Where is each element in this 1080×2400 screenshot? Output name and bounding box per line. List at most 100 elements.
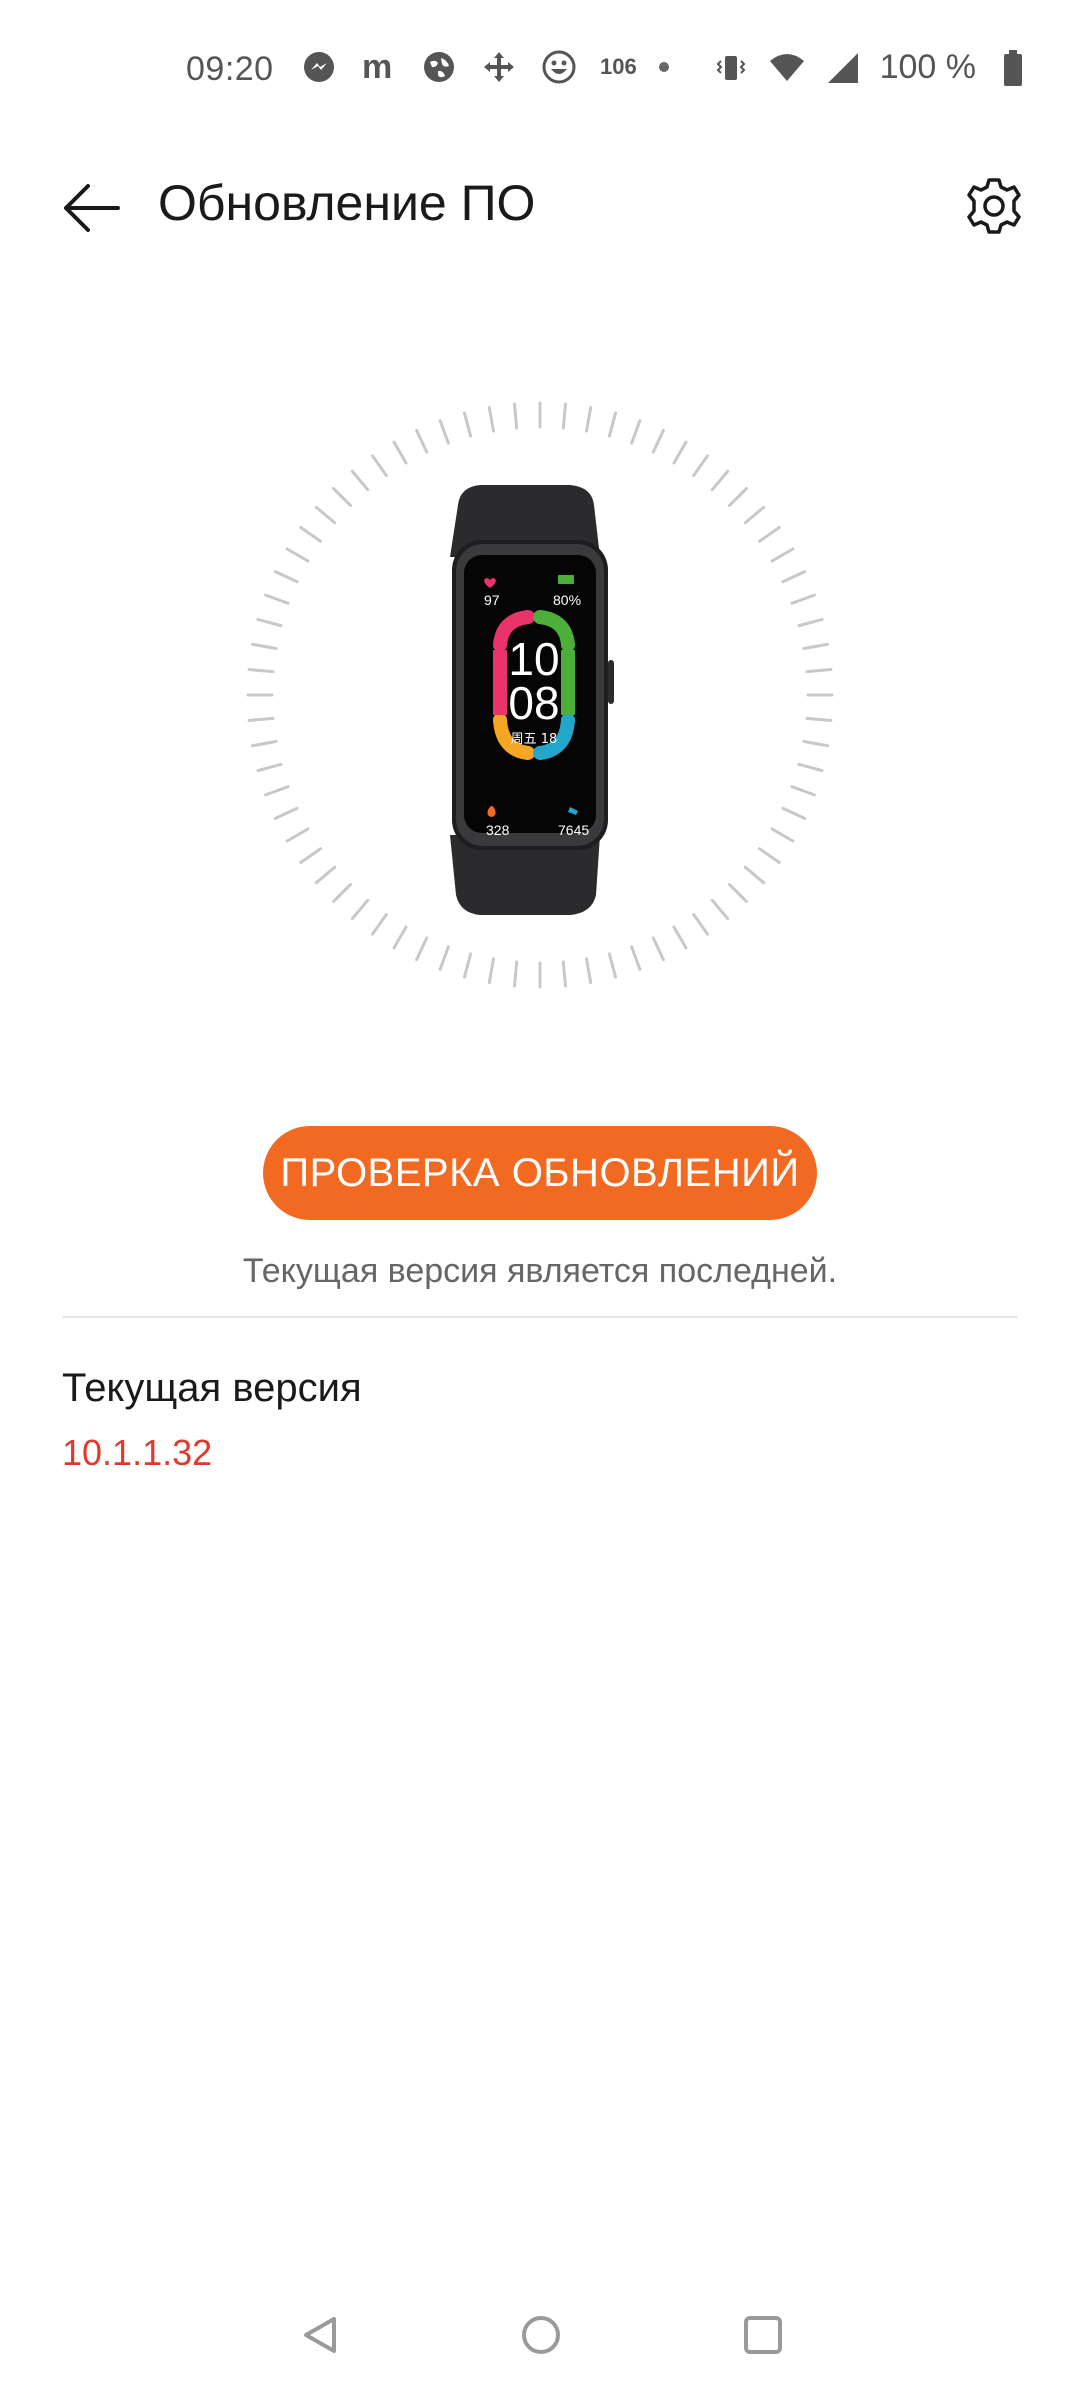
dial-tick xyxy=(247,668,275,674)
dial-tick xyxy=(585,405,593,433)
dial-tick xyxy=(692,454,709,477)
band-date: 周五 18 xyxy=(511,732,558,747)
signal-icon xyxy=(824,49,862,87)
dial-tick xyxy=(758,847,781,864)
dial-tick xyxy=(802,740,830,748)
dial-tick xyxy=(802,642,830,650)
system-icons: 100 % xyxy=(712,48,1032,87)
dial-tick xyxy=(672,440,688,465)
dial-tick xyxy=(651,428,665,454)
dial-tick xyxy=(651,936,665,962)
dial-tick xyxy=(350,898,370,921)
dial-tick xyxy=(415,936,429,962)
notification-icons: m 106 xyxy=(300,48,669,86)
dial-tick xyxy=(797,762,824,773)
dial-tick xyxy=(392,925,408,950)
dial-tick xyxy=(285,827,310,843)
dial-tick xyxy=(728,487,748,507)
dial-tick xyxy=(415,428,429,454)
dial-tick xyxy=(758,526,781,543)
dial-tick xyxy=(264,593,290,605)
dial-tick xyxy=(513,402,519,430)
band-steps: 7645 xyxy=(558,822,589,838)
emoji-icon xyxy=(540,48,578,86)
dial-tick xyxy=(710,898,730,921)
back-button[interactable] xyxy=(52,168,132,248)
dial-tick xyxy=(438,419,450,445)
dial-tick xyxy=(630,945,642,971)
dial-tick xyxy=(692,913,709,936)
dial-tick xyxy=(314,865,337,885)
nav-home-button[interactable] xyxy=(506,2300,576,2370)
nav-recents-button[interactable] xyxy=(728,2300,798,2370)
dial-tick xyxy=(487,405,495,433)
dial-tick xyxy=(805,716,833,722)
globe-icon xyxy=(420,48,458,86)
dial-tick xyxy=(250,642,278,650)
status-time: 09:20 xyxy=(186,50,274,88)
dial-tick xyxy=(332,487,352,507)
current-version-value: 10.1.1.32 xyxy=(62,1432,213,1473)
vibrate-icon xyxy=(712,49,750,87)
messenger-icon xyxy=(300,48,338,86)
dial-tick xyxy=(561,402,567,430)
gear-icon xyxy=(967,178,1021,234)
dial-tick xyxy=(770,547,795,563)
back-arrow-icon xyxy=(64,184,120,232)
dial-tick xyxy=(607,952,618,979)
more-notifications-dot xyxy=(658,62,669,72)
battery-icon xyxy=(994,49,1032,87)
dial-tick xyxy=(710,469,730,492)
dial-tick xyxy=(805,668,833,674)
dial-tick xyxy=(462,952,473,979)
triangle-back-icon xyxy=(304,2317,336,2353)
dial-tick xyxy=(371,454,388,477)
square-recents-icon xyxy=(744,2316,782,2354)
page-title: Обновление ПО xyxy=(158,175,536,231)
dial-tick xyxy=(743,505,766,525)
dial-tick xyxy=(256,762,283,773)
dial-tick xyxy=(273,570,299,584)
dial-tick xyxy=(392,440,408,465)
nav-back-button[interactable] xyxy=(285,2300,355,2370)
dial-tick xyxy=(299,526,322,543)
dial-tick xyxy=(561,960,567,988)
dial-tick xyxy=(285,547,310,563)
app-bar: Обновление ПО xyxy=(0,150,1080,260)
dial-tick xyxy=(743,865,766,885)
dial-tick xyxy=(250,740,278,748)
dial-tick xyxy=(264,785,290,797)
settings-button[interactable] xyxy=(954,166,1034,246)
check-updates-button[interactable]: ПРОВЕРКА ОБНОВЛЕНИЙ xyxy=(263,1126,817,1220)
dial-tick xyxy=(672,925,688,950)
dial-tick xyxy=(256,617,283,628)
notification-count: 106 xyxy=(600,54,637,79)
current-version-label: Текущая версия xyxy=(62,1366,362,1410)
dial-tick xyxy=(630,419,642,445)
dial-tick xyxy=(607,411,618,438)
battery-percentage: 100 % xyxy=(879,48,976,86)
dial-tick xyxy=(513,960,519,988)
dial-tick xyxy=(797,617,824,628)
dial-tick xyxy=(299,847,322,864)
band-minute: 08 xyxy=(508,677,559,729)
circle-home-icon xyxy=(522,2316,560,2354)
move-icon xyxy=(480,48,518,86)
dial-tick xyxy=(462,411,473,438)
svg-text:m: m xyxy=(362,50,392,84)
dial-tick xyxy=(314,505,337,525)
dial-tick xyxy=(728,883,748,903)
progress-dial: 97 80% 10 08 周五 18 328 7645 xyxy=(246,401,834,989)
dial-tick xyxy=(438,945,450,971)
device-illustration: 97 80% 10 08 周五 18 328 7645 xyxy=(240,395,840,995)
dial-tick xyxy=(273,806,299,820)
dial-tick xyxy=(781,806,807,820)
dial-tick xyxy=(781,570,807,584)
dial-tick xyxy=(371,913,388,936)
divider xyxy=(62,1316,1018,1318)
update-status-message: Текущая версия является последней. xyxy=(242,1252,838,1290)
band-battery-value: 80% xyxy=(553,592,581,608)
heart-rate-value: 97 xyxy=(484,592,500,608)
dial-tick xyxy=(247,716,275,722)
dial-tick xyxy=(790,593,816,605)
